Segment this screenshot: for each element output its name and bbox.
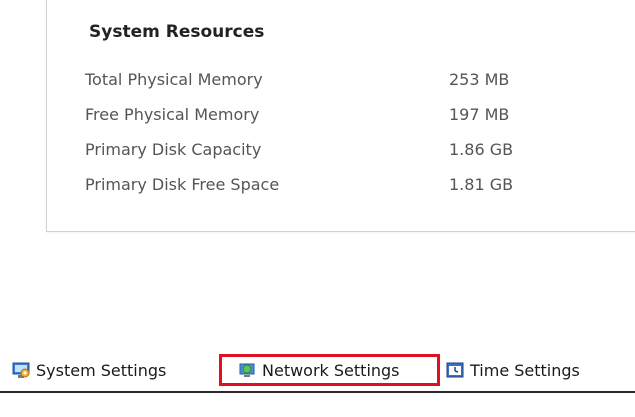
tab-label: System Settings: [36, 360, 167, 380]
network-globe-icon: [238, 361, 256, 379]
resource-label: Free Physical Memory: [85, 105, 260, 124]
tab-time-settings[interactable]: Time Settings: [446, 354, 580, 386]
resource-label: Primary Disk Capacity: [85, 140, 262, 159]
resource-row: Primary Disk Capacity 1.86 GB: [85, 140, 605, 166]
clock-icon: [446, 361, 464, 379]
resource-row: Free Physical Memory 197 MB: [85, 105, 605, 131]
resource-row: Primary Disk Free Space 1.81 GB: [85, 175, 605, 201]
resource-label: Total Physical Memory: [85, 70, 263, 89]
bottom-bar: [0, 391, 635, 417]
resource-label: Primary Disk Free Space: [85, 175, 280, 194]
settings-tabstrip: System Settings Network Settings Time Se…: [0, 351, 635, 392]
system-resources-panel: System Resources Total Physical Memory 2…: [46, 0, 635, 232]
resource-value: 197 MB: [449, 105, 510, 124]
screen: System Resources Total Physical Memory 2…: [0, 0, 635, 417]
resource-value: 1.81 GB: [449, 175, 514, 194]
system-settings-icon: [12, 361, 30, 379]
resource-value: 1.86 GB: [449, 140, 514, 159]
section-title: System Resources: [89, 22, 265, 42]
tab-label: Time Settings: [470, 360, 580, 380]
resource-row: Total Physical Memory 253 MB: [85, 70, 605, 96]
tab-label: Network Settings: [262, 360, 400, 380]
tab-system-settings[interactable]: System Settings: [12, 354, 166, 386]
tab-network-settings[interactable]: Network Settings: [219, 354, 440, 386]
resource-value: 253 MB: [449, 70, 510, 89]
